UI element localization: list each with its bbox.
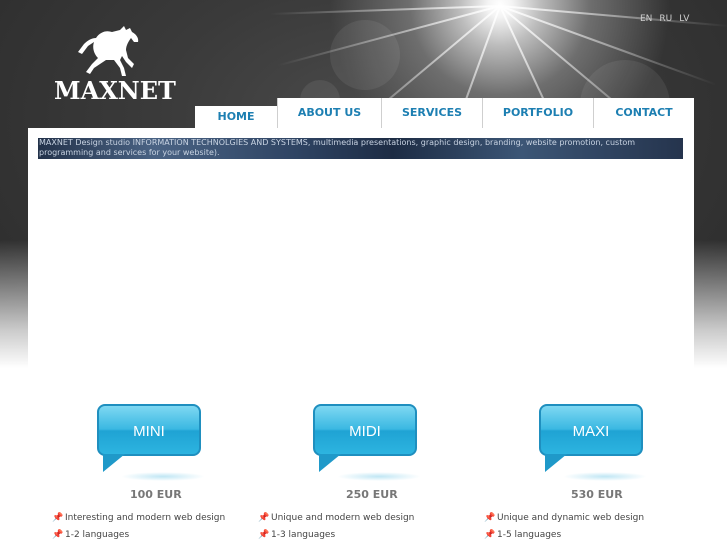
bubble-tail: [545, 454, 567, 472]
feature-text: Unique and modern web design: [271, 513, 415, 523]
language-switcher: EN RU LV: [640, 14, 696, 24]
bubble-tail: [319, 454, 341, 472]
logo[interactable]: MAXNET: [54, 24, 176, 105]
plan-price: 530 EUR: [571, 488, 623, 501]
pushpin-icon: 📌: [258, 513, 270, 523]
horse-logo-icon: [78, 26, 139, 76]
plan-feature: 📌 Unique and modern web design: [258, 513, 414, 523]
intro-text: MAXNET Design studio INFORMATION TECHNOL…: [39, 138, 636, 157]
feature-text: Unique and dynamic web design: [497, 513, 645, 523]
lang-lv[interactable]: LV: [679, 14, 689, 24]
plan-bubble: MINI: [97, 404, 201, 456]
plan-bubble: MAXI: [539, 404, 643, 456]
feature-text: 1-2 languages: [65, 530, 130, 540]
tab-contact[interactable]: CONTACT: [593, 98, 694, 128]
pushpin-icon: 📌: [52, 530, 64, 540]
plan-feature: 📌 Unique and dynamic web design: [484, 513, 644, 523]
intro-banner: MAXNET Design studio INFORMATION TECHNOL…: [38, 138, 683, 159]
pushpin-icon: 📌: [258, 530, 270, 540]
pushpin-icon: 📌: [484, 530, 496, 540]
tab-home[interactable]: HOME: [195, 106, 277, 128]
tab-about-us[interactable]: ABOUT US: [277, 98, 381, 128]
bubble-shadow: [337, 472, 421, 481]
plan-bubble: MIDI: [313, 404, 417, 456]
feature-text: 1-3 languages: [271, 530, 336, 540]
lang-ru[interactable]: RU: [659, 14, 672, 24]
feature-text: 1-5 languages: [497, 530, 562, 540]
feature-text: Interesting and modern web design: [65, 513, 226, 523]
bubble-tail: [103, 454, 125, 472]
plan-name: MIDI: [349, 423, 381, 440]
plan-feature: 📌 1-2 languages: [52, 530, 129, 540]
logo-text: MAXNET: [54, 76, 176, 105]
plan-feature: 📌 1-3 languages: [258, 530, 335, 540]
bubble-shadow: [121, 472, 205, 481]
plan-feature: 📌 1-5 languages: [484, 530, 561, 540]
lang-en[interactable]: EN: [640, 14, 652, 24]
pushpin-icon: 📌: [484, 513, 496, 523]
bubble-shadow: [563, 472, 647, 481]
plan-feature: 📌 Interesting and modern web design: [52, 513, 225, 523]
tab-services[interactable]: SERVICES: [381, 98, 482, 128]
pushpin-icon: 📌: [52, 513, 64, 523]
plan-name: MINI: [133, 423, 165, 440]
content-panel: [28, 128, 694, 368]
tab-portfolio[interactable]: PORTFOLIO: [482, 98, 593, 128]
plan-price: 250 EUR: [346, 488, 398, 501]
bokeh-light: [330, 20, 400, 90]
plan-name: MAXI: [572, 423, 610, 440]
plan-price: 100 EUR: [130, 488, 182, 501]
